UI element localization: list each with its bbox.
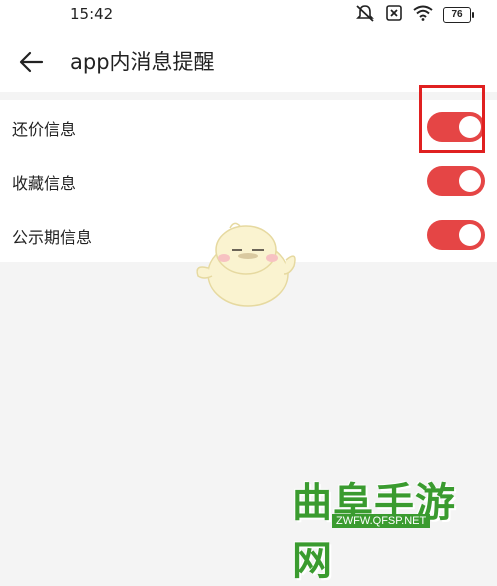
watermark-title: 曲阜手游网	[292, 479, 456, 584]
back-button[interactable]	[16, 48, 46, 76]
mute-icon	[355, 4, 375, 26]
page-title: app内消息提醒	[70, 50, 215, 74]
header: app内消息提醒	[0, 30, 497, 92]
setting-label: 还价信息	[12, 120, 77, 139]
watermark-url: ZWFW.QFSP.NET	[332, 514, 431, 528]
favorites-toggle[interactable]	[427, 166, 485, 196]
toggle-knob	[459, 224, 481, 246]
status-time: 15:42	[70, 5, 114, 23]
setting-label: 公示期信息	[12, 228, 93, 247]
status-icons: 76	[355, 4, 474, 26]
no-sim-icon	[385, 4, 403, 26]
wifi-icon	[413, 5, 433, 25]
highlight-box	[419, 85, 485, 153]
back-arrow-icon	[19, 51, 44, 73]
mascot-illustration	[190, 216, 300, 312]
toggle-knob	[459, 170, 481, 192]
publicity-toggle[interactable]	[427, 220, 485, 250]
setting-row-favorites: 收藏信息	[0, 154, 497, 208]
watermark: 曲阜手游网 ZWFW.QFSP.NET	[282, 470, 492, 584]
setting-label: 收藏信息	[12, 174, 77, 193]
status-bar: 15:42 76	[0, 0, 497, 30]
battery-icon: 76	[443, 7, 474, 23]
